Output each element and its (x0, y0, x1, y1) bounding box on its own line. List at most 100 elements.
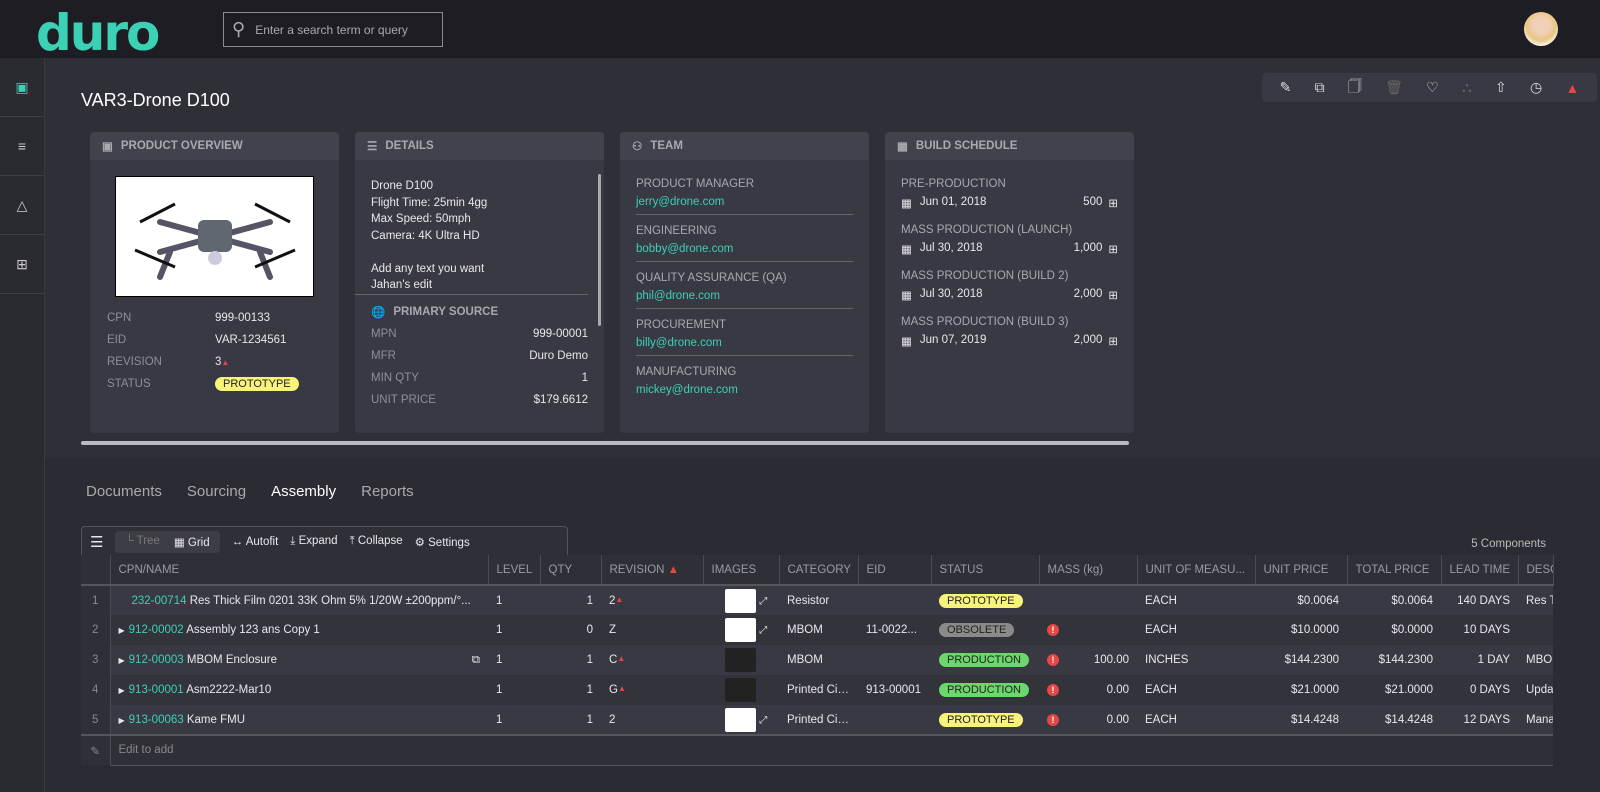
cpn-link[interactable]: 912-00003 (129, 654, 184, 666)
sidebar-change-order-icon[interactable]: △ (0, 176, 44, 235)
export-icon[interactable]: ⇧ (1495, 79, 1507, 96)
menu-icon[interactable]: ☰ (90, 533, 103, 551)
mass-value: 100.00 (1093, 654, 1129, 666)
mass-value: 0.00 (1106, 713, 1129, 726)
column-header-eid[interactable]: EID (858, 555, 932, 586)
alert-icon[interactable]: ! (1047, 654, 1059, 666)
grid-icon[interactable]: ⊞ (1108, 334, 1118, 348)
settings-button[interactable]: ⚙ Settings (415, 535, 470, 549)
qty-cell: 1 (540, 645, 601, 675)
expand-image-icon[interactable]: ⤢ (759, 715, 767, 726)
column-header-unit-of-measu[interactable]: UNIT OF MEASU... (1137, 555, 1256, 586)
table-row[interactable]: 1 232-00714 Res Thick Film 0201 33K Ohm … (81, 585, 1553, 615)
grid-icon[interactable]: ⊞ (1108, 288, 1118, 302)
mfr-value: Duro Demo (529, 349, 588, 362)
avatar[interactable] (1524, 12, 1558, 46)
part-thumbnail[interactable] (725, 707, 756, 732)
collapse-button[interactable]: ⤒ Collapse (350, 535, 403, 548)
eid-cell (858, 705, 931, 735)
column-header-qty[interactable]: QTY (540, 555, 602, 586)
status-badge: PRODUCTION (939, 653, 1029, 667)
trash-icon[interactable]: 🗑 (1385, 79, 1403, 96)
expand-caret-icon[interactable]: ▶ (119, 686, 125, 695)
cpn-link[interactable]: 912-00002 (129, 624, 184, 636)
table-row[interactable]: 5 ▶ 913-00063 Kame FMU 1 1 2 ⤢ Printed Ci… (81, 705, 1553, 735)
column-header-images[interactable]: IMAGES (703, 555, 780, 586)
column-header-total-price[interactable]: TOTAL PRICE (1347, 555, 1442, 586)
alert-icon[interactable]: ! (1047, 684, 1059, 696)
duplicate-icon[interactable]: ⧉ (1315, 79, 1325, 96)
column-header-category[interactable]: CATEGORY (779, 555, 859, 586)
category-cell: MBOM (779, 645, 858, 675)
autofit-button[interactable]: ↔ Autofit (232, 536, 279, 548)
expand-image-icon[interactable]: ⤢ (759, 625, 767, 636)
part-thumbnail[interactable] (725, 588, 756, 613)
sidebar-import-icon[interactable]: ⊞ (0, 235, 44, 294)
cpn-link[interactable]: 913-00001 (129, 684, 184, 696)
horizontal-scrollbar[interactable] (81, 441, 1129, 445)
expand-caret-icon[interactable]: ▶ (119, 716, 125, 725)
history-icon[interactable]: ◷ (1530, 79, 1542, 96)
sidebar-product-icon[interactable]: ▣ (0, 58, 44, 117)
team-email-link[interactable]: jerry@drone.com (636, 196, 853, 208)
grid-view-button[interactable]: ▦ Grid (174, 535, 210, 549)
duplicate-icon[interactable]: ⧉ (472, 654, 480, 667)
tree-view-button[interactable]: └ Tree (125, 535, 159, 549)
column-header-mass-kg[interactable]: MASS (kg) (1039, 555, 1138, 586)
tab-sourcing[interactable]: Sourcing (187, 483, 246, 500)
expand-button[interactable]: ⤓ Expand (290, 535, 337, 548)
part-thumbnail[interactable] (725, 678, 756, 702)
column-label: IMAGES (711, 563, 757, 576)
sidebar-list-icon[interactable]: ≡ (0, 117, 44, 176)
alert-icon[interactable]: ! (1047, 624, 1059, 636)
search-input[interactable] (255, 22, 426, 37)
heart-icon[interactable]: ♡ (1426, 79, 1439, 96)
table-row[interactable]: 3 ▶ 912-00003 MBOM Enclosure ⧉ 1 1 C▲ MBOM… (81, 645, 1553, 675)
product-icon: ▣ (102, 141, 113, 153)
add-row[interactable]: ✎ Edit to add (81, 734, 1553, 766)
column-header-lead-time[interactable]: LEAD TIME (1441, 555, 1519, 586)
part-thumbnail[interactable] (725, 618, 756, 642)
edit-to-add-input[interactable]: Edit to add (110, 734, 1553, 766)
expand-caret-icon[interactable]: ▶ (119, 656, 125, 665)
column-header-desc[interactable]: DESC (1518, 555, 1554, 586)
alert-icon[interactable]: ! (1047, 713, 1059, 726)
grid-icon[interactable]: ⊞ (1108, 196, 1118, 210)
column-header-revision[interactable]: REVISION ▲ (601, 555, 704, 586)
factory-icon[interactable]: ⛬ (1462, 79, 1472, 96)
document-icon[interactable]: 🗍 (1348, 76, 1362, 100)
mass-cell: ! (1039, 615, 1137, 645)
column-header-level[interactable]: LEVEL (488, 555, 541, 586)
tab-documents[interactable]: Documents (86, 483, 162, 500)
column-header-unit-price[interactable]: UNIT PRICE (1255, 555, 1348, 586)
grid-icon[interactable]: ⊞ (1108, 242, 1118, 256)
warning-triangle-icon[interactable]: ▲ (1565, 80, 1579, 96)
expand-caret-icon[interactable]: ▶ (119, 626, 125, 635)
table-row[interactable]: 4 ▶ 913-00001 Asm2222-Mar10 1 1 G▲ Printe… (81, 675, 1553, 705)
cpn-link[interactable]: 913-00063 (129, 714, 184, 726)
column-header-cpn-name[interactable]: CPN/NAME (110, 555, 489, 586)
edit-icon[interactable]: ✎ (1280, 79, 1292, 96)
total-price-cell: $144.2300 (1347, 645, 1441, 675)
team-email-link[interactable]: phil@drone.com (636, 290, 853, 302)
table-row[interactable]: 2 ▶ 912-00002 Assembly 123 ans Copy 1 1 0… (81, 615, 1553, 645)
team-email-link[interactable]: billy@drone.com (636, 337, 853, 349)
part-thumbnail[interactable] (725, 648, 756, 672)
team-email-link[interactable]: bobby@drone.com (636, 243, 853, 255)
duro-logo[interactable]: duro (36, 4, 160, 62)
row-number: 5 (81, 705, 111, 735)
team-email-link[interactable]: mickey@drone.com (636, 384, 853, 396)
product-image[interactable] (115, 176, 314, 297)
tab-reports[interactable]: Reports (361, 483, 414, 500)
pencil-icon[interactable]: ✎ (81, 734, 111, 765)
uom-cell: EACH (1137, 585, 1255, 615)
assembly-grid: CPN/NAME LEVEL QTY REVISION ▲ IMAGES CATEGORY… (81, 555, 1554, 766)
product-header: VAR3-Drone D100 ✎ ⧉ 🗍 🗑 ♡ ⛬ ⇧ ◷ ▲ ▣ PRODU… (45, 58, 1600, 458)
cpn-link[interactable]: 232-00714 (132, 595, 187, 607)
tab-assembly[interactable]: Assembly (271, 483, 336, 500)
details-scrollbar[interactable] (598, 174, 601, 326)
expand-image-icon[interactable]: ⤢ (759, 596, 767, 607)
column-header-status[interactable]: STATUS (931, 555, 1040, 586)
lead-time-cell: 0 DAYS (1441, 675, 1518, 705)
search-box[interactable]: ⚲ (223, 12, 443, 47)
